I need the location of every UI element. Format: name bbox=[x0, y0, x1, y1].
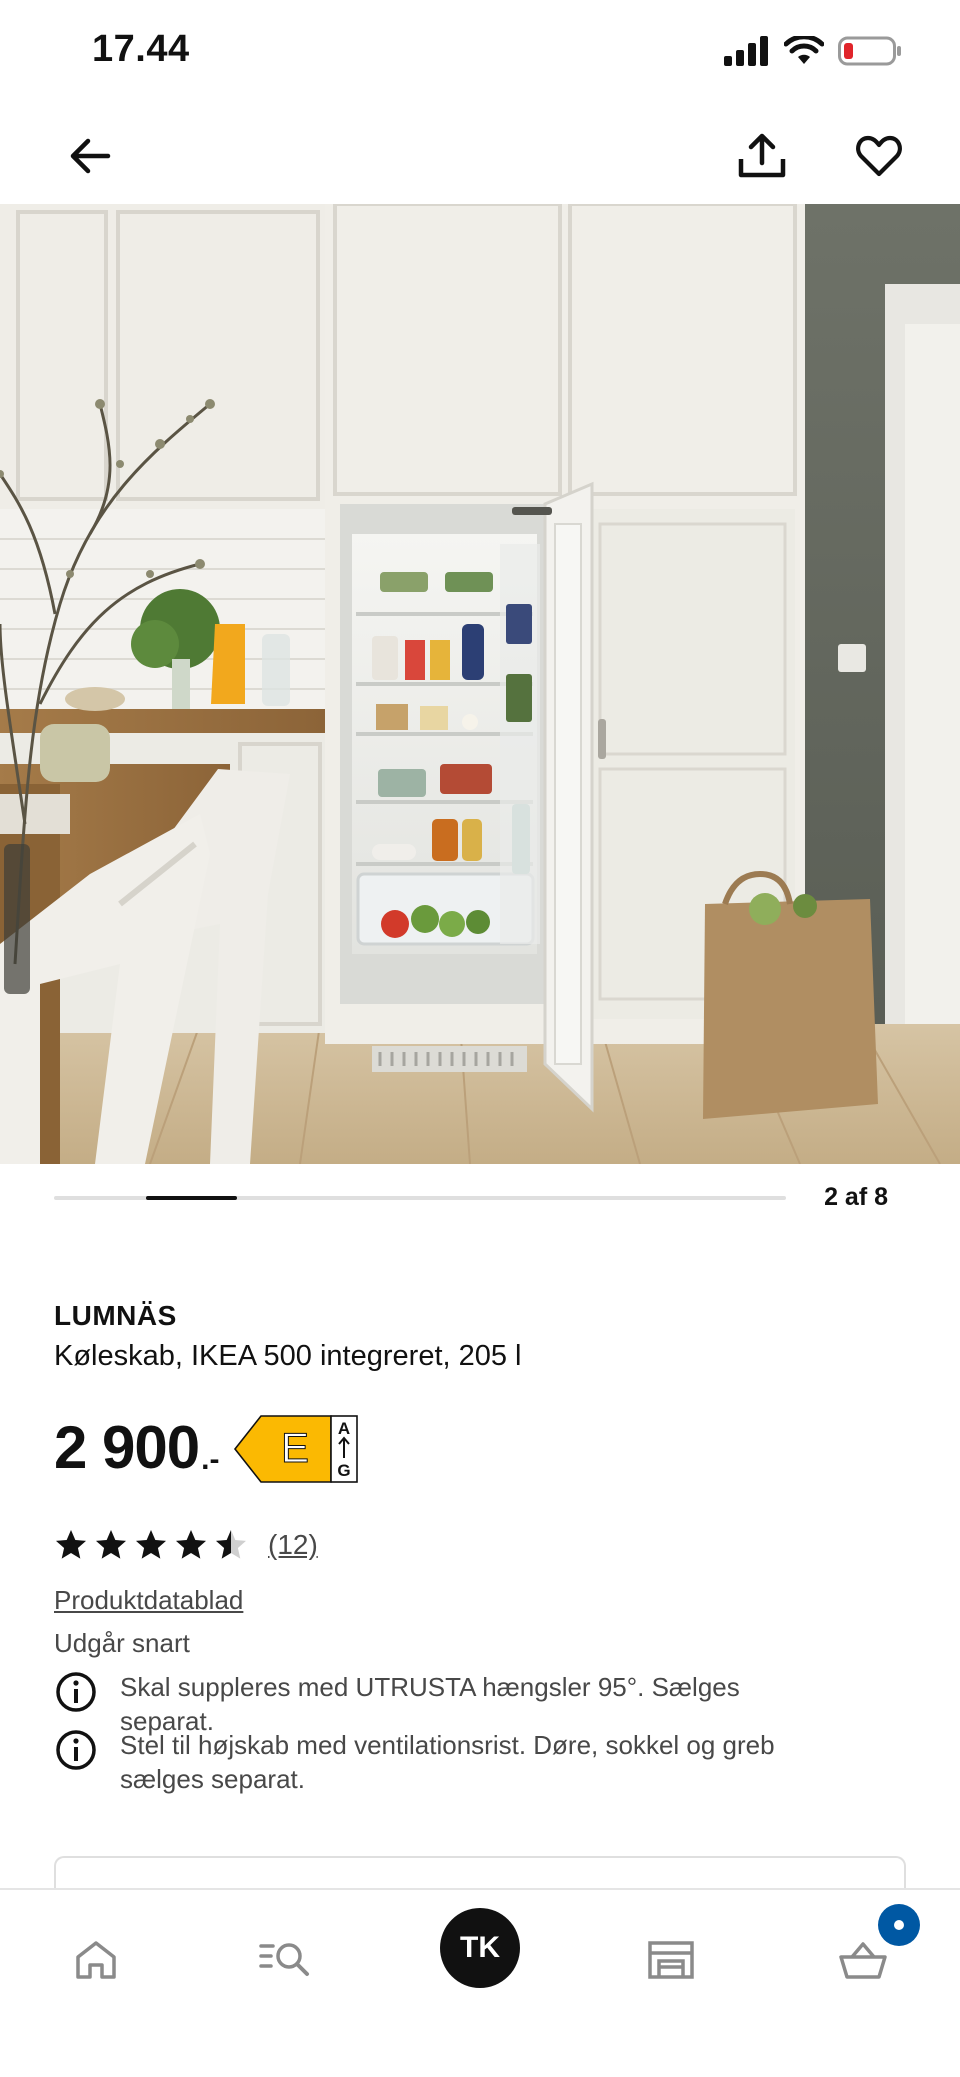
star-full-icon bbox=[136, 1530, 166, 1559]
gallery-indicator: 2 af 8 bbox=[54, 1180, 906, 1220]
energy-label[interactable]: E A G bbox=[233, 1414, 359, 1484]
availability-status: Udgår snart bbox=[54, 1628, 190, 1658]
nav-bar bbox=[0, 110, 960, 204]
product-description: Køleskab, IKEA 500 integreret, 205 l bbox=[54, 1340, 522, 1372]
star-full-icon bbox=[56, 1530, 86, 1559]
share-button[interactable] bbox=[726, 120, 798, 192]
favorite-button[interactable] bbox=[843, 120, 915, 192]
battery-low-icon bbox=[838, 36, 901, 66]
rating-count-link[interactable]: (12) bbox=[268, 1529, 318, 1561]
cart-badge-dot bbox=[894, 1920, 904, 1930]
product-image[interactable] bbox=[0, 204, 960, 1164]
tab-search[interactable] bbox=[246, 1920, 326, 2000]
cellular-signal-icon bbox=[724, 36, 768, 66]
energy-scale-bottom: G bbox=[338, 1461, 351, 1480]
basket-icon bbox=[839, 1942, 887, 1979]
info-icon bbox=[56, 1672, 96, 1712]
product-header: LUMNÄS Køleskab, IKEA 500 integreret, 20… bbox=[54, 1300, 904, 1373]
status-bar: 17.44 bbox=[0, 0, 960, 110]
tab-store[interactable] bbox=[631, 1920, 711, 2000]
status-icons bbox=[724, 36, 902, 66]
info-icon bbox=[56, 1730, 96, 1770]
store-icon bbox=[648, 1941, 694, 1979]
info-text: Stel til højskab med ventilationsrist. D… bbox=[120, 1730, 775, 1794]
product-datasheet-link[interactable]: Produktdatablad bbox=[54, 1585, 243, 1616]
wifi-icon bbox=[784, 36, 824, 64]
product-name: LUMNÄS bbox=[54, 1300, 177, 1331]
star-half-icon bbox=[216, 1530, 246, 1559]
status-time: 17.44 bbox=[92, 28, 190, 70]
star-full-icon bbox=[176, 1530, 206, 1559]
gallery-progress-track bbox=[54, 1196, 786, 1200]
tab-home[interactable] bbox=[56, 1920, 136, 2000]
rating-row[interactable]: (12) bbox=[54, 1528, 318, 1562]
search-list-icon bbox=[259, 1943, 309, 1976]
info-note-frame: Stel til højskab med ventilationsrist. D… bbox=[54, 1728, 874, 1796]
price: 2 900 bbox=[54, 1414, 200, 1481]
kitchen-fridge-photo bbox=[0, 204, 960, 1164]
gallery-counter: 2 af 8 bbox=[824, 1183, 888, 1211]
cart-badge bbox=[878, 1904, 920, 1946]
star-full-icon bbox=[96, 1530, 126, 1559]
energy-class: E bbox=[281, 1424, 309, 1471]
share-icon bbox=[738, 133, 786, 178]
heart-icon bbox=[856, 135, 902, 177]
bottom-tab-bar: TK bbox=[0, 1888, 960, 2077]
energy-scale-top: A bbox=[338, 1419, 350, 1438]
price-row: 2 900 .- E A G bbox=[54, 1412, 359, 1484]
arrow-left-icon bbox=[70, 138, 111, 174]
rating-stars bbox=[54, 1528, 248, 1562]
back-button[interactable] bbox=[54, 120, 126, 192]
price-suffix: .- bbox=[201, 1443, 220, 1476]
home-icon bbox=[76, 1941, 116, 1979]
tab-profile-avatar[interactable]: TK bbox=[440, 1908, 520, 1988]
gallery-progress-thumb bbox=[145, 1196, 237, 1200]
